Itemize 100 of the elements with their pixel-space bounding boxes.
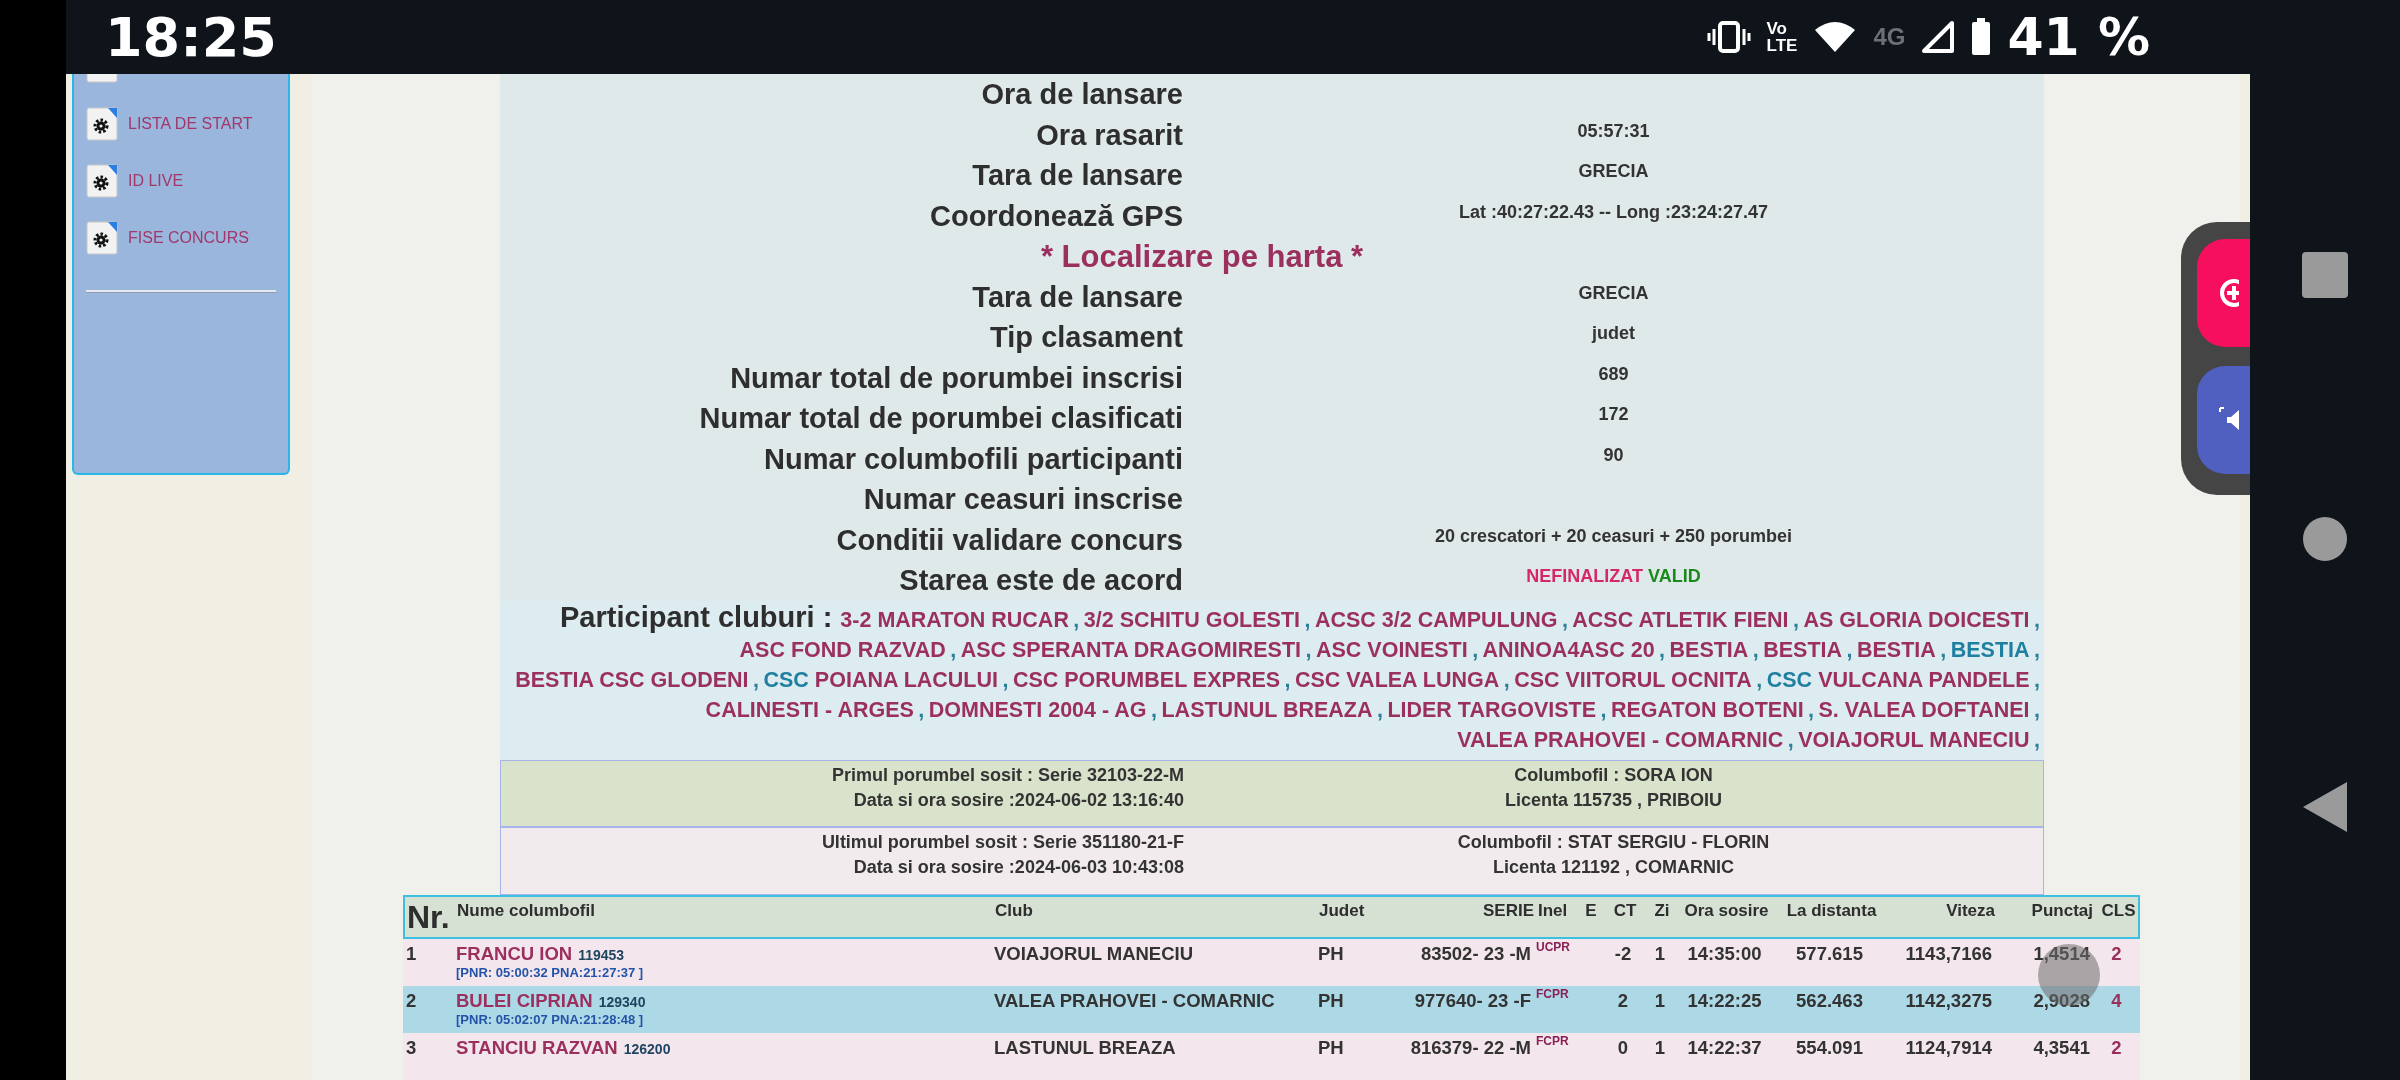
gear-icon (86, 106, 120, 142)
club-link[interactable]: BESTIA CSC GLODENI (515, 667, 749, 692)
field-label: Tip clasament (989, 320, 1183, 355)
club-link[interactable]: AS GLORIA DOICESTI (1803, 607, 2030, 632)
club-link[interactable]: ASC VOINESTI (1315, 637, 1468, 662)
separator-comma: , (2034, 607, 2040, 632)
club-link[interactable]: REGATON BOTENI (1610, 697, 1804, 722)
separator-comma: , (2034, 667, 2040, 692)
home-icon[interactable] (2303, 517, 2347, 561)
status-text: NEFINALIZAT (1526, 566, 1643, 587)
fancier-name[interactable]: STANCIU RAZVAN (456, 1037, 618, 1059)
arrival-text: Ultimul porumbel sosit : Serie 351180-21-F (821, 831, 1184, 855)
field-value: GRECIA (1578, 160, 1649, 182)
sidebar-item[interactable]: ID LIVE (86, 163, 276, 199)
table-cell-text: VOIAJORUL MANECIU (993, 943, 1195, 965)
separator-comma: , (1304, 607, 1311, 632)
table-cell-text: 2 (1616, 990, 1630, 1012)
separator-comma: , (1756, 667, 1763, 692)
map-link[interactable]: * Localizare pe harta * (1040, 236, 1364, 278)
club-link[interactable]: 3-2 MARATON RUCAR (840, 607, 1069, 632)
club-link[interactable]: CSC VULCANA PANDELE (1766, 667, 2030, 692)
table-cell-text: 1143,7166 (1904, 943, 1993, 965)
table-cell-text: PH (1317, 1037, 1345, 1059)
field-value: 20 crescatori + 20 ceasuri + 250 porumbei (1434, 524, 1793, 547)
table-cell-text: 1142,3275 (1904, 990, 1993, 1012)
pnr-text: [PNR: 05:02:07 PNA:21:28:48 ] (456, 1012, 645, 1027)
club-link[interactable]: CSC VIITORUL OCNITA (1514, 667, 1752, 692)
field-value: 05:57:31 (1577, 119, 1650, 142)
sidebar-item[interactable]: LISTA DE START (86, 106, 276, 142)
club-link[interactable]: BESTIA (1669, 637, 1749, 662)
club-link[interactable]: ASC FOND RAZVAD (739, 637, 946, 662)
screenshot-button[interactable] (2197, 366, 2250, 474)
field-label: Numar ceasuri inscrise (862, 482, 1183, 517)
separator-comma: , (1846, 637, 1853, 662)
fancier-text: Licenta 115735 , PRIBOIU (1504, 788, 1723, 812)
column-header: CT (1612, 900, 1638, 921)
separator-comma: , (1600, 697, 1607, 722)
table-cell-text: 3 (405, 1037, 418, 1059)
table-cell-text: 554.091 (1795, 1037, 1864, 1059)
table-cell-text: VALEA PRAHOVEI - COMARNIC (993, 990, 1276, 1012)
fancier-text: Licenta 121192 , COMARNIC (1492, 856, 1735, 880)
club-link[interactable]: CALINESTI - ARGES (705, 697, 914, 722)
fancier-text: Columbofil : STAT SERGIU - FLORIN (1457, 831, 1770, 855)
ring-code: UCPR (1535, 940, 1571, 954)
club-link[interactable]: CSC POIANA LACULUI (763, 667, 998, 692)
gear-icon (86, 220, 120, 256)
column-header: E (1584, 900, 1598, 921)
club-link[interactable]: ACSC 3/2 CAMPULUNG (1314, 607, 1558, 632)
separator-comma: , (2034, 697, 2040, 722)
club-link[interactable]: ACSC ATLETIK FIENI (1572, 607, 1789, 632)
arrival-text: Primul porumbel sosit : Serie 32103-22-M (831, 763, 1184, 787)
separator-comma: , (1284, 667, 1291, 692)
column-header: Inel (1537, 900, 1569, 921)
field-label: Ora de lansare (980, 77, 1183, 112)
table-cell-text: 2 (2110, 943, 2123, 965)
vibrate-icon (1706, 20, 1751, 54)
column-header: Ora sosire (1683, 900, 1770, 921)
record-button[interactable] (2197, 239, 2250, 347)
separator-comma: , (1792, 607, 1799, 632)
separator-comma: , (1002, 667, 1009, 692)
back-icon[interactable] (2303, 782, 2347, 832)
table-cell-text: 1 (1653, 1037, 1667, 1059)
column-header: La distanta (1785, 900, 1878, 921)
club-link[interactable]: DOMNESTI 2004 - AG (928, 697, 1147, 722)
club-link[interactable]: BESTIA (1857, 637, 1936, 662)
table-cell-text: 562.463 (1795, 990, 1864, 1012)
club-link[interactable]: ASC SPERANTA DRAGOMIRESTI (960, 637, 1302, 662)
table-cell-text: 977640- 23 -F (1413, 990, 1532, 1012)
license-number: 129340 (598, 994, 646, 1010)
table-cell-text: 1 (1653, 990, 1667, 1012)
club-link[interactable]: ANINOA4ASC 20 (1482, 637, 1655, 662)
table-cell-text: 2 (2110, 1037, 2123, 1059)
club-link[interactable]: LIDER TARGOVISTE (1387, 697, 1597, 722)
club-link[interactable]: 3/2 SCHITU GOLESTI (1083, 607, 1301, 632)
club-link[interactable]: BESTIA (1950, 637, 2030, 662)
fancier-name[interactable]: BULEI CIPRIAN (456, 990, 593, 1012)
pnr-text: [PNR: 05:00:32 PNA:21:27:37 ] (456, 965, 645, 980)
field-label: Ora rasarit (1035, 117, 1183, 153)
separator-comma: , (1940, 637, 1947, 662)
field-value: 90 (1603, 443, 1624, 466)
arrival-text: Data si ora sosire :2024-06-02 13:16:40 (853, 788, 1184, 812)
table-cell-text: 2 (405, 990, 418, 1012)
arrival-text: Data si ora sosire :2024-06-03 10:43:08 (853, 856, 1184, 880)
club-link[interactable]: CSC PORUMBEL EXPRES (1012, 667, 1281, 692)
fancier-name[interactable]: FRANCU ION (456, 943, 573, 965)
separator-comma: , (1561, 607, 1568, 632)
club-link[interactable]: BESTIA (1763, 637, 1843, 662)
sidebar-item[interactable]: FISE CONCURS (86, 220, 276, 256)
club-link[interactable]: VALEA PRAHOVEI - COMARNIC (1457, 727, 1784, 752)
license-number: 126200 (623, 1041, 671, 1057)
club-link[interactable]: LASTUNUL BREAZA (1161, 697, 1373, 722)
table-cell-text: 1124,7914 (1904, 1037, 1993, 1059)
column-header: Nr. (406, 898, 451, 936)
club-link[interactable]: S. VALEA DOFTANEI (1818, 697, 2030, 722)
table-cell-text: -2 (1613, 943, 1633, 965)
field-label: Numar total de porumbei inscrisi (729, 360, 1183, 396)
field-label: Numar total de porumbei clasificati (698, 401, 1183, 436)
club-link[interactable]: VOIAJORUL MANECIU (1798, 727, 2030, 752)
club-link[interactable]: CSC VALEA LUNGA (1295, 667, 1500, 692)
field-label: Starea este de acord (898, 563, 1183, 598)
